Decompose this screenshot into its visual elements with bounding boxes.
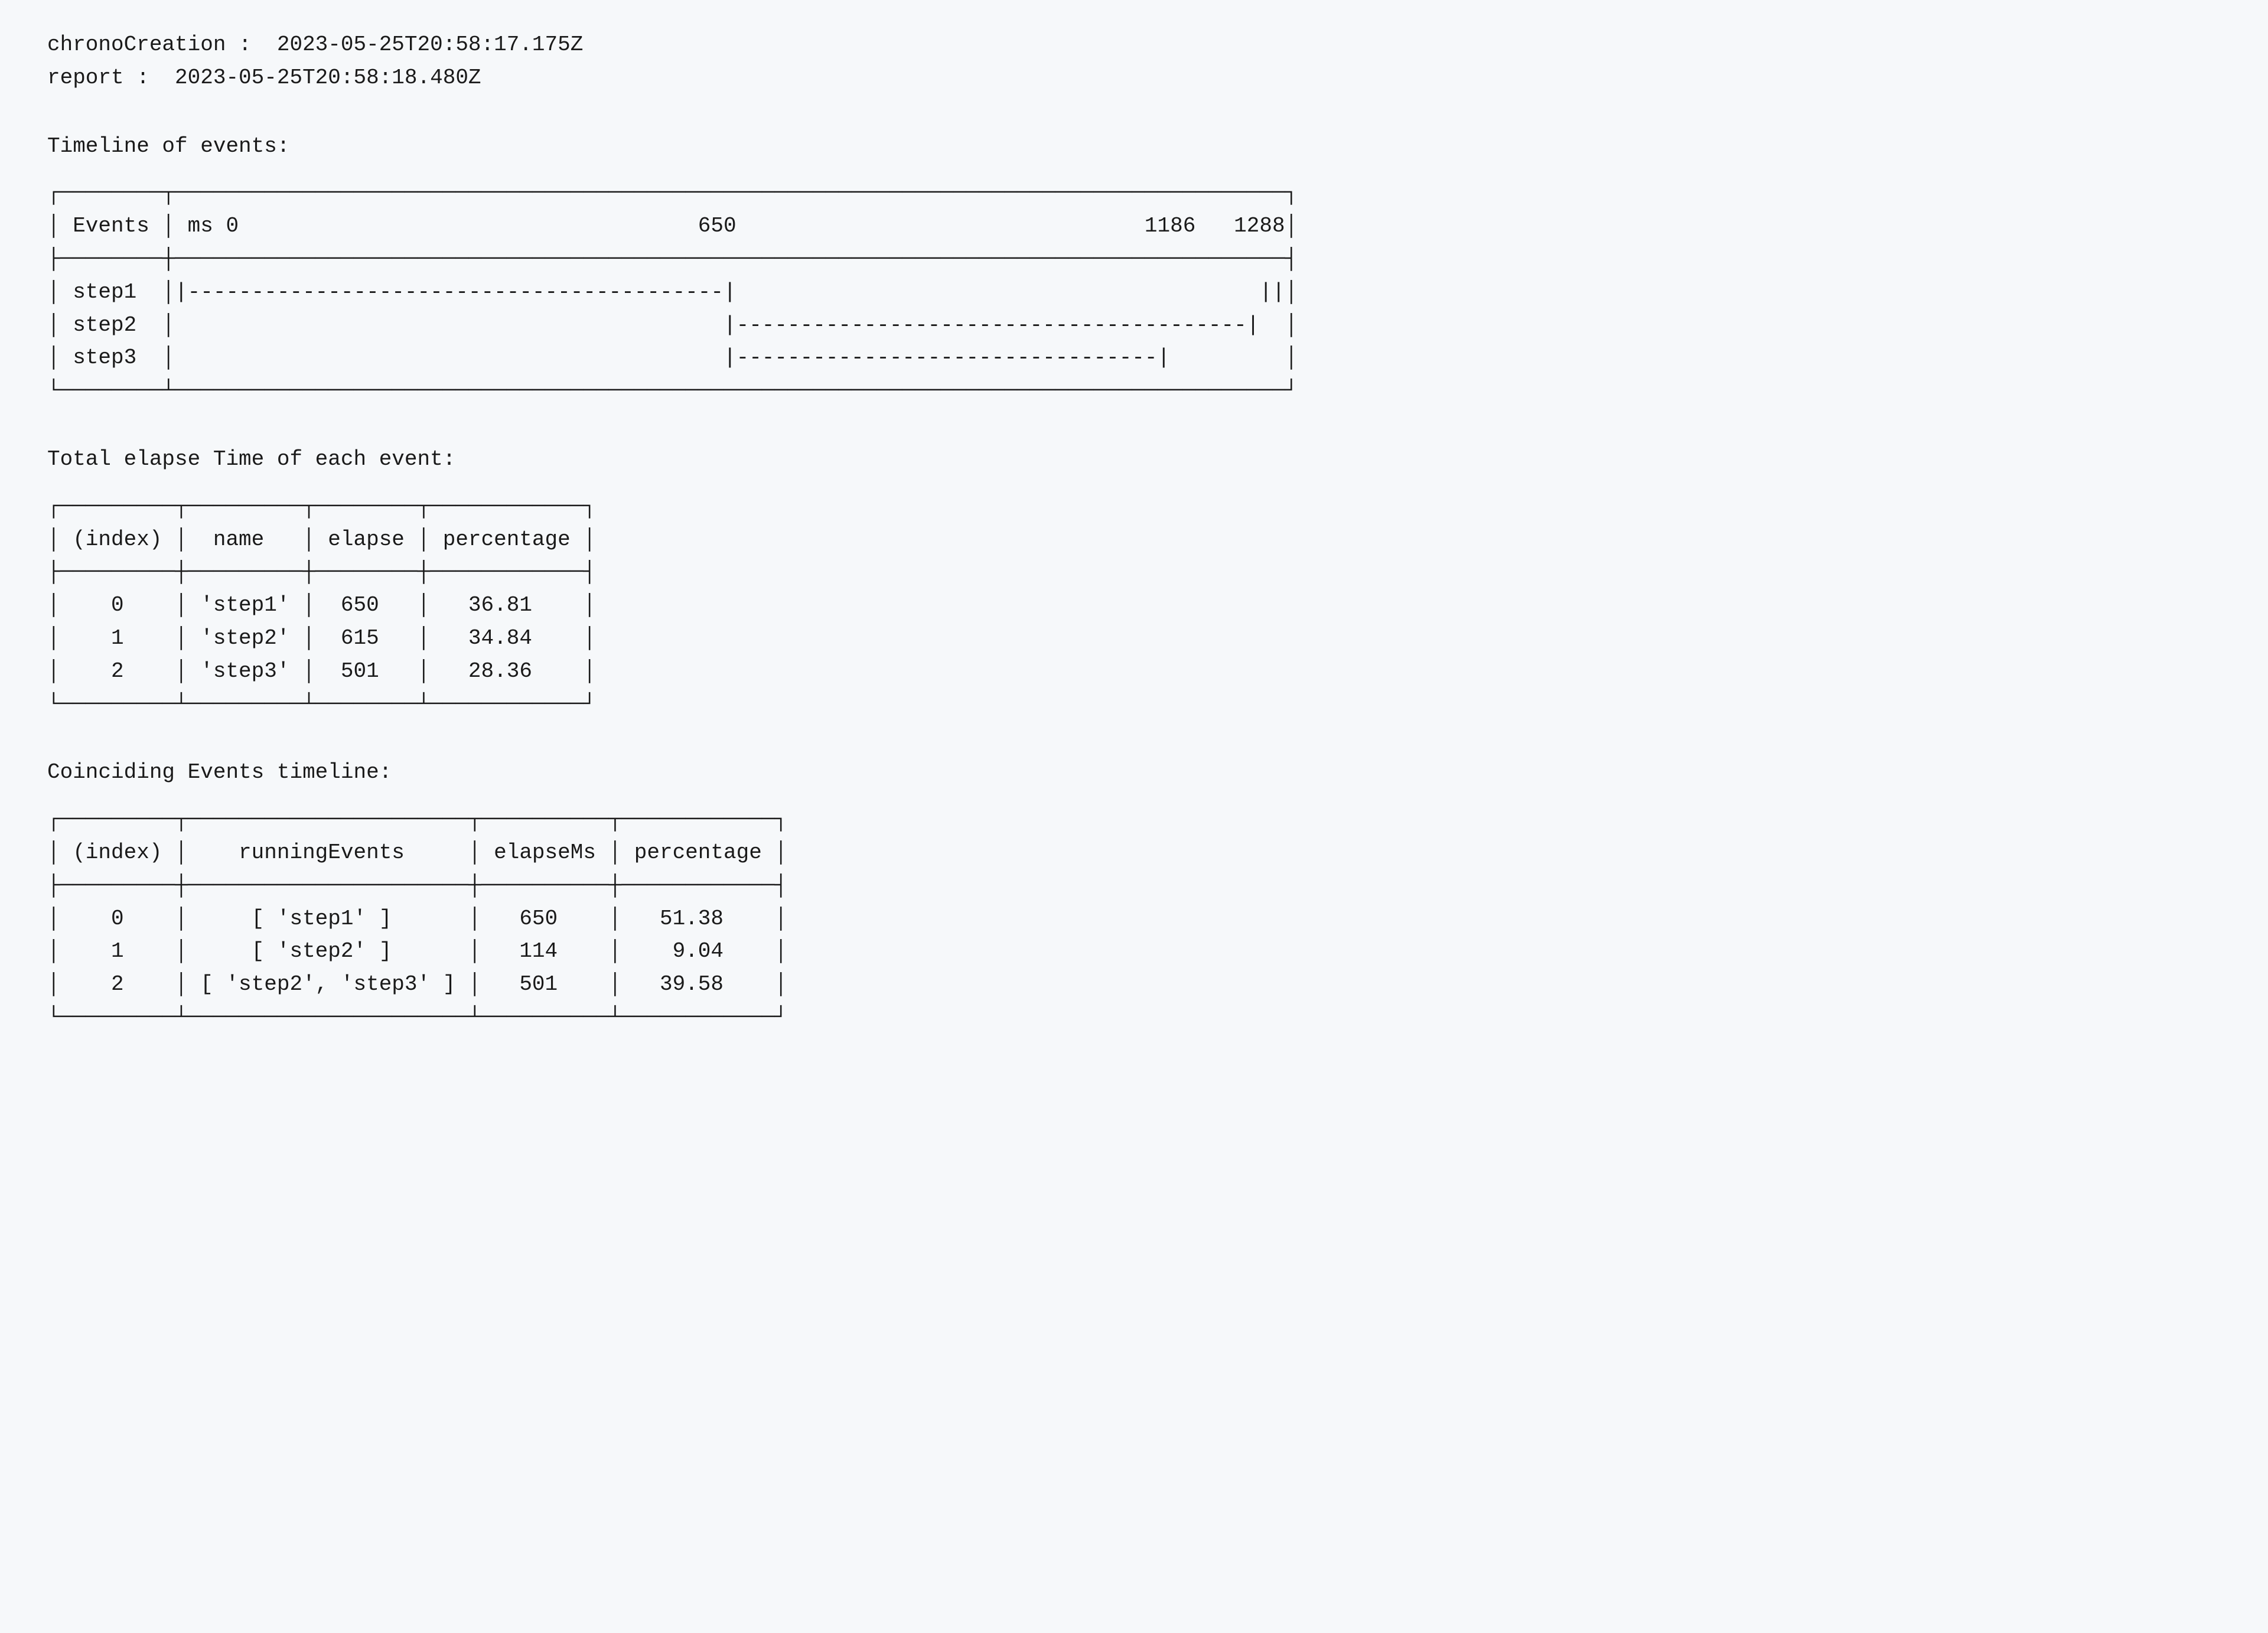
elapse-title: Total elapse Time of each event: bbox=[47, 443, 2221, 476]
header-lines: chronoCreation : 2023-05-25T20:58:17.175… bbox=[47, 28, 2221, 94]
timeline-chart: ┌────────┬──────────────────────────────… bbox=[47, 177, 2221, 408]
elapse-table: ┌─────────┬─────────┬────────┬──────────… bbox=[47, 490, 2221, 721]
console-output: chronoCreation : 2023-05-25T20:58:17.175… bbox=[0, 0, 2268, 1062]
timeline-title: Timeline of events: bbox=[47, 130, 2221, 163]
coinciding-table: ┌─────────┬──────────────────────┬──────… bbox=[47, 803, 2221, 1034]
coinciding-title: Coinciding Events timeline: bbox=[47, 756, 2221, 789]
